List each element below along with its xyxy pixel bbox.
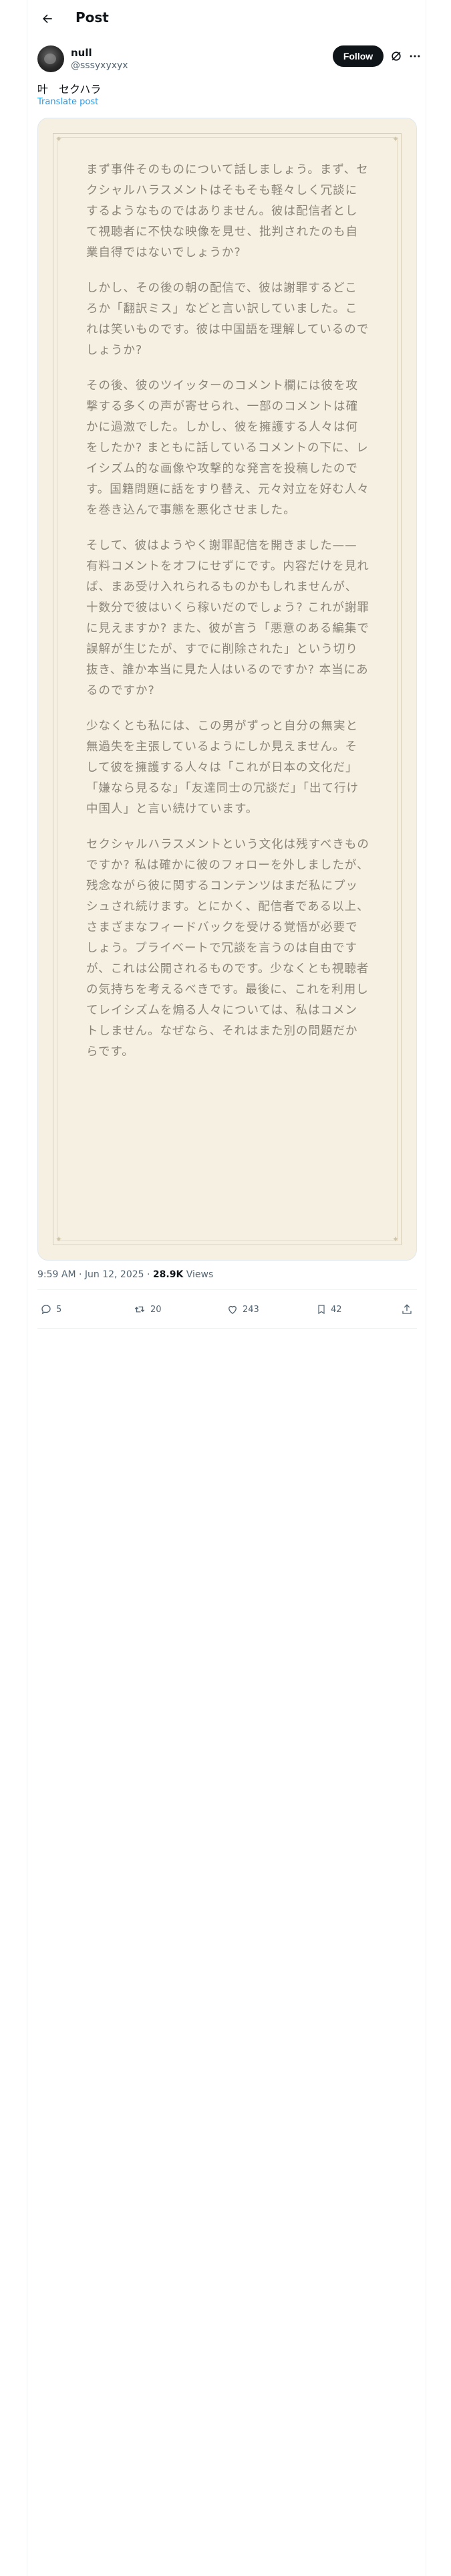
repost-count: 20 (150, 1304, 162, 1315)
author-handle[interactable]: @sssyxyxyx (71, 60, 128, 71)
corner-ornament-icon: ✦ (55, 134, 63, 144)
page-title: Post (76, 9, 109, 25)
translate-post-link[interactable]: Translate post (37, 97, 98, 107)
heart-icon (229, 1305, 237, 1314)
bookmark-button[interactable]: 42 (316, 1303, 342, 1315)
image-article-text: まず事件そのものについて話しましょう。まず、セクシャルハラスメントはそもそも軽々… (86, 160, 369, 1077)
share-icon (402, 1304, 412, 1314)
reply-button[interactable]: 5 (40, 1303, 61, 1315)
bookmark-count: 42 (331, 1304, 342, 1315)
repost-icon (134, 1306, 145, 1313)
divider (37, 1289, 417, 1290)
action-bar: 5 20 243 42 (37, 1295, 417, 1327)
article-paragraph: そして、彼はようやく謝罪配信を開きました——有料コメントをオフにせずにです。内容… (86, 539, 369, 697)
back-button[interactable] (37, 8, 58, 29)
corner-ornament-icon: ✦ (392, 1235, 400, 1244)
views-count: 28.9K (152, 1269, 184, 1280)
grok-icon[interactable] (390, 49, 403, 63)
article-paragraph: セクシャルハラスメントという文化は残すべきものですか? 私は確かに彼のフォローを… (86, 838, 369, 1059)
top-bar: Post (27, 0, 427, 37)
divider (37, 1328, 417, 1329)
post-column: Post null @sssyxyxyx Follow 叶 セクハラ Trans… (27, 0, 426, 2576)
article-paragraph: まず事件そのものについて話しましょう。まず、セクシャルハラスメントはそもそも軽々… (86, 163, 369, 259)
author-name[interactable]: null (71, 47, 92, 59)
follow-button[interactable]: Follow (333, 45, 384, 67)
bookmark-icon (318, 1305, 325, 1315)
reply-count: 5 (56, 1304, 62, 1315)
repost-button[interactable]: 20 (133, 1303, 162, 1315)
article-paragraph: しかし、その後の朝の配信で、彼は謝罪するどころか「翻訳ミス」などと言い訳していま… (86, 282, 369, 357)
post-image[interactable]: ✦ ✦ ✦ ✦ まず事件そのものについて話しましょう。まず、セクシャルハラスメン… (37, 118, 417, 1261)
corner-ornament-icon: ✦ (392, 134, 400, 144)
article-paragraph: 少なくとも私には、この男がずっと自分の無実と無過失を主張しているようにしか見えま… (86, 720, 359, 816)
reply-icon (41, 1305, 51, 1315)
more-icon[interactable] (408, 49, 422, 63)
views-label: Views (183, 1269, 214, 1280)
share-button[interactable] (401, 1303, 413, 1315)
post-timestamp: 9:59 AM · Jun 12, 2025 · 28.9K Views (37, 1269, 213, 1280)
arrow-left-icon (43, 14, 52, 23)
like-button[interactable]: 243 (227, 1303, 259, 1315)
post-author: null @sssyxyxyx Follow (37, 45, 420, 75)
like-count: 243 (243, 1304, 259, 1315)
post-text: 叶 セクハラ (37, 83, 102, 96)
post-time[interactable]: 9:59 AM · Jun 12, 2025 · (37, 1269, 153, 1280)
article-paragraph: その後、彼のツイッターのコメント欄には彼を攻撃する多くの声が寄せられ、一部のコメ… (86, 379, 369, 517)
corner-ornament-icon: ✦ (55, 1235, 63, 1244)
avatar[interactable] (37, 45, 64, 72)
